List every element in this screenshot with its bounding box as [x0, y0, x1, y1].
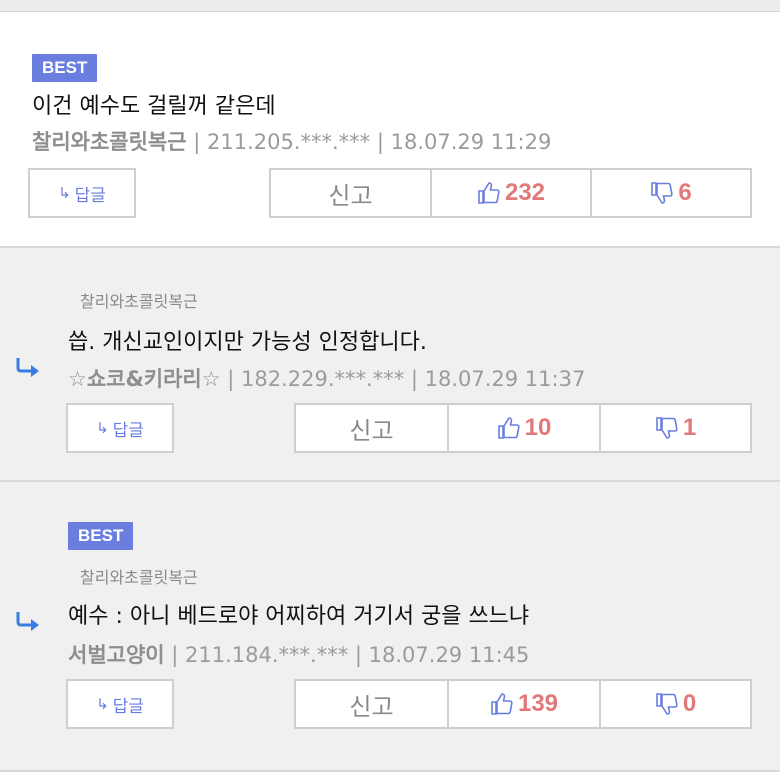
- thumbs-down-icon: [651, 182, 673, 204]
- top-divider: [0, 0, 780, 12]
- comment-item: BEST 찰리와초콜릿복근 예수 : 아니 베드로야 어찌하여 거기서 궁을 쓰…: [0, 482, 780, 772]
- like-count: 10: [524, 414, 552, 441]
- comment-actions: 신고 232 6: [269, 168, 752, 218]
- like-button[interactable]: 139: [449, 681, 601, 727]
- comment-item: 찰리와초콜릿복근 씁. 개신교인이지만 가능성 인정합니다. ☆쇼코&키라리☆ …: [0, 248, 780, 482]
- reply-label: 답글: [74, 185, 106, 206]
- report-label: 신고: [349, 692, 394, 721]
- comment-author[interactable]: ☆쇼코&키라리☆: [68, 367, 221, 391]
- like-button[interactable]: 10: [449, 405, 601, 451]
- report-label: 신고: [349, 416, 394, 445]
- reply-button[interactable]: ↳ 답글: [28, 168, 136, 218]
- best-badge: BEST: [68, 522, 134, 550]
- comment-meta: 서벌고양이 | 211.184.***.*** | 18.07.29 11:45: [68, 639, 529, 669]
- parent-author: 찰리와초콜릿복근: [80, 568, 198, 587]
- comment-author[interactable]: 서벌고양이: [68, 643, 165, 667]
- comment-actions: 신고 10 1: [294, 403, 752, 453]
- reply-arrow-icon: [16, 612, 39, 631]
- thumbs-down-icon: [656, 417, 678, 439]
- report-label: 신고: [328, 181, 373, 210]
- report-button[interactable]: 신고: [296, 405, 449, 451]
- reply-small-icon: ↳: [96, 419, 109, 437]
- reply-small-icon: ↳: [58, 184, 71, 202]
- thumbs-up-icon: [497, 417, 520, 439]
- comment-text: 이건 예수도 걸릴꺼 같은데: [32, 94, 276, 119]
- reply-small-icon: ↳: [96, 695, 109, 713]
- reply-button[interactable]: ↳ 답글: [66, 679, 174, 729]
- best-badge: BEST: [32, 54, 98, 82]
- report-button[interactable]: 신고: [296, 681, 449, 727]
- comment-author[interactable]: 찰리와초콜릿복근: [32, 130, 187, 154]
- comment-text: 씁. 개신교인이지만 가능성 인정합니다.: [68, 330, 427, 355]
- dislike-count: 6: [678, 179, 692, 206]
- comment-actions: 신고 139 0: [294, 679, 752, 729]
- reply-button[interactable]: ↳ 답글: [66, 403, 174, 453]
- dislike-count: 1: [682, 414, 697, 441]
- comment-item: BEST 이건 예수도 걸릴꺼 같은데 찰리와초콜릿복근 | 211.205.*…: [0, 12, 780, 248]
- like-count: 139: [517, 690, 559, 717]
- thumbs-up-icon: [478, 182, 500, 204]
- reply-label: 답글: [112, 696, 144, 717]
- comment-ip-date: | 182.229.***.*** | 18.07.29 11:37: [220, 367, 586, 391]
- dislike-button[interactable]: 1: [601, 405, 750, 451]
- comment-meta: ☆쇼코&키라리☆ | 182.229.***.*** | 18.07.29 11…: [68, 363, 585, 393]
- thumbs-down-icon: [656, 693, 678, 715]
- parent-author: 찰리와초콜릿복근: [80, 292, 198, 311]
- thumbs-up-icon: [491, 693, 513, 715]
- comment-meta: 찰리와초콜릿복근 | 211.205.***.*** | 18.07.29 11…: [32, 126, 551, 156]
- dislike-button[interactable]: 0: [601, 681, 750, 727]
- dislike-button[interactable]: 6: [592, 170, 750, 216]
- dislike-count: 0: [682, 690, 697, 717]
- like-count: 232: [504, 179, 546, 206]
- comment-text: 예수 : 아니 베드로야 어찌하여 거기서 궁을 쓰느냐: [68, 604, 530, 629]
- reply-label: 답글: [112, 420, 144, 441]
- comment-ip-date: | 211.184.***.*** | 18.07.29 11:45: [164, 643, 530, 667]
- comment-ip-date: | 211.205.***.*** | 18.07.29 11:29: [186, 130, 552, 154]
- reply-arrow-icon: [16, 358, 39, 377]
- like-button[interactable]: 232: [432, 170, 592, 216]
- report-button[interactable]: 신고: [271, 170, 432, 216]
